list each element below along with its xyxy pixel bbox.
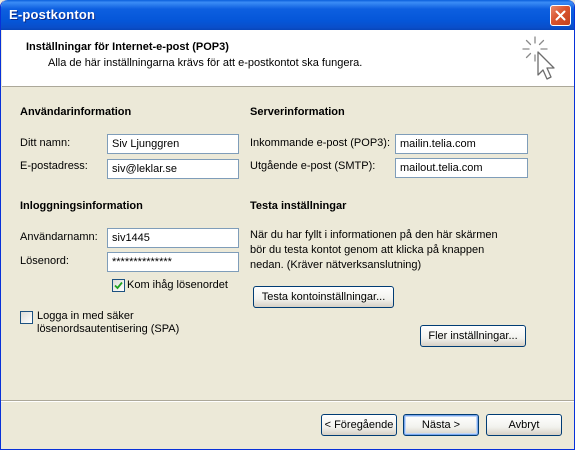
spa-label-line2[interactable]: lösenordsautentisering (SPA) (37, 323, 179, 335)
test-account-settings-button[interactable]: Testa kontoinställningar... (253, 286, 394, 308)
window-title: E-postkonton (9, 7, 96, 22)
test-settings-heading: Testa inställningar (250, 200, 347, 212)
next-button[interactable]: Nästa > (403, 414, 479, 436)
back-button[interactable]: < Föregående (321, 414, 397, 436)
description-line-1: När du har fyllt i informationen på den … (250, 229, 498, 241)
password-label: Lösenord: (20, 255, 69, 267)
cancel-button[interactable]: Avbryt (486, 414, 562, 436)
description-line-3: nedan. (Kräver nätverksanslutning) (250, 259, 422, 271)
test-settings-description: När du har fyllt i informationen på den … (250, 228, 498, 273)
email-field[interactable]: siv@leklar.se (107, 159, 239, 179)
remember-password-checkbox[interactable] (112, 279, 125, 292)
spa-checkbox[interactable] (20, 311, 33, 324)
dialog-window: E-postkonton Inställningar för Internet-… (0, 0, 575, 450)
title-bar[interactable]: E-postkonton (1, 0, 574, 30)
incoming-server-label: Inkommande e-post (POP3): (250, 137, 391, 149)
header-subtitle: Alla de här inställningarna krävs för at… (48, 57, 363, 69)
email-label: E-postadress: (20, 160, 88, 172)
username-label: Användarnamn: (20, 231, 98, 243)
checkmark-icon (114, 281, 123, 290)
login-info-heading: Inloggningsinformation (20, 200, 143, 212)
incoming-server-field[interactable]: mailin.telia.com (395, 134, 528, 154)
outgoing-server-label: Utgående e-post (SMTP): (250, 160, 376, 172)
more-settings-button[interactable]: Fler inställningar... (420, 325, 526, 347)
description-line-2: bör du testa kontot genom att klicka på … (250, 244, 485, 256)
wizard-cursor-icon (522, 36, 555, 80)
header-title: Inställningar för Internet-e-post (POP3) (26, 41, 229, 53)
remember-password-label[interactable]: Kom ihåg lösenordet (127, 279, 228, 291)
spa-label-line1[interactable]: Logga in med säker (37, 310, 134, 322)
outgoing-server-field[interactable]: mailout.telia.com (395, 158, 528, 178)
header-panel: Inställningar för Internet-e-post (POP3)… (2, 30, 574, 87)
user-info-heading: Användarinformation (20, 106, 132, 118)
footer-separator-highlight (1, 401, 574, 402)
name-label: Ditt namn: (20, 137, 71, 149)
close-button[interactable] (550, 5, 571, 26)
close-icon (555, 10, 566, 21)
name-field[interactable]: Siv Ljunggren (107, 134, 239, 154)
username-field[interactable]: siv1445 (107, 228, 239, 248)
server-info-heading: Serverinformation (250, 106, 345, 118)
password-field[interactable]: ************** (107, 252, 239, 272)
